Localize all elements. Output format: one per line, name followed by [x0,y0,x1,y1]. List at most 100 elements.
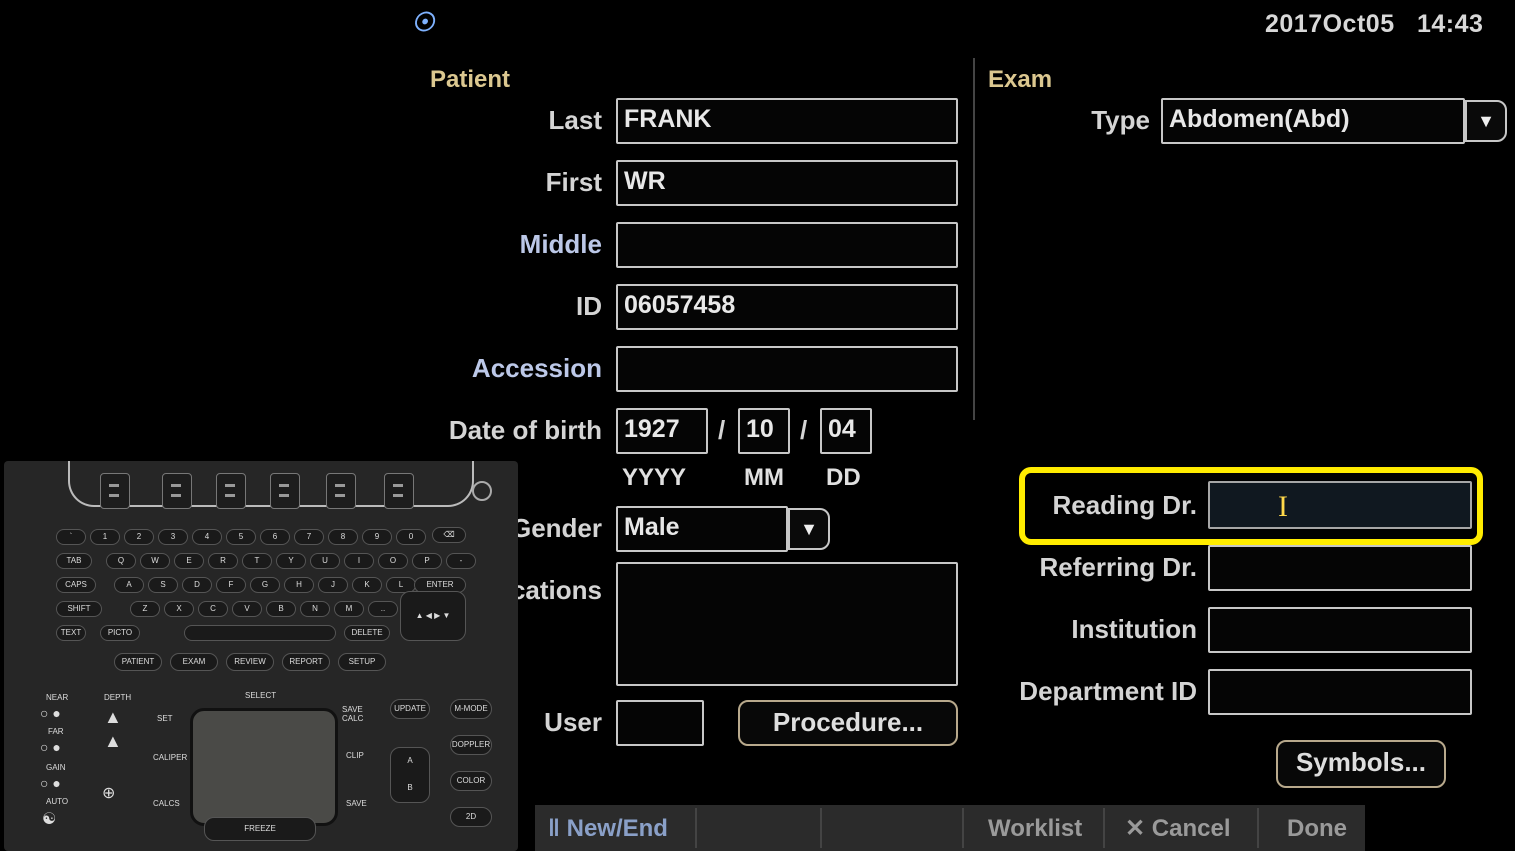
dob-year-input[interactable]: 1927 [616,408,708,454]
id-input[interactable]: 06057458 [616,284,958,330]
time-text: 14:43 [1416,10,1484,38]
keyboard-key: 9 [362,529,392,545]
keyboard-key: P [412,553,442,569]
keyboard-key: R [208,553,238,569]
spacebar-key [184,625,336,641]
keyboard-key: U [310,553,340,569]
freeze-key: FREEZE [204,817,316,841]
institution-label: Institution [1071,614,1197,644]
gain-toggle-icon: ○ ● [40,775,61,791]
keyboard-key: 4 [192,529,222,545]
referring-dr-label: Referring Dr. [1039,552,1198,582]
keyboard-key: I [344,553,374,569]
middle-name-input[interactable] [616,222,958,268]
new-end-button[interactable]: ‖ New/End [548,808,668,850]
keyboard-key: Z [130,601,160,617]
keyboard-key: - [446,553,476,569]
keyboard-key: C [198,601,228,617]
indications-textarea[interactable] [616,562,958,686]
keyboard-key: H [284,577,314,593]
dob-separator: / [718,415,726,445]
zoom-icon: ⊕ [102,785,116,802]
user-input[interactable] [616,700,704,746]
keyboard-key: Q [106,553,136,569]
dob-year-hint: YYYY [622,464,687,491]
depth-down-icon: ▲ [104,731,122,751]
mode-key: REPORT [282,653,330,671]
auto-key-label: AUTO [46,797,69,806]
last-name-input[interactable]: FRANK [616,98,958,144]
institution-input[interactable] [1208,607,1472,653]
keyboard-key: 0 [396,529,426,545]
date-text: 2017Oct05 [1265,10,1395,38]
department-id-input[interactable] [1208,669,1472,715]
dob-day-input[interactable]: 04 [820,408,872,454]
keyboard-key: 7 [294,529,324,545]
accession-input[interactable] [616,346,958,392]
referring-dr-input[interactable] [1208,545,1472,591]
save-calc-key-label: SAVE CALC [342,705,364,723]
keyboard-key: N [300,601,330,617]
procedure-button[interactable]: Procedure... [738,700,958,746]
keyboard-key: E [174,553,204,569]
new-end-label: New/End [566,815,668,842]
softkey-divider [1103,808,1105,848]
keyboard-key: G [250,577,280,593]
softkey-divider [1257,808,1259,848]
keyboard-key: .. [368,601,398,617]
dob-month-input[interactable]: 10 [738,408,790,454]
softkey-button [326,473,356,509]
exam-type-dropdown-button[interactable]: ▼ [1465,100,1507,142]
keyboard-key: 6 [260,529,290,545]
exam-type-select[interactable]: Abdomen(Abd) [1161,98,1465,144]
arrow-keypad: ▲ ◀ ▶ ▼ [400,591,466,641]
close-icon: ✕ [1125,815,1152,842]
dob-month-hint: MM [744,464,784,491]
cancel-button[interactable]: ✕ Cancel [1125,808,1230,850]
dob-separator: / [800,415,808,445]
dob-label: Date of birth [448,415,602,445]
mode-key: EXAM [170,653,218,671]
softkey-button [270,473,300,509]
section-divider [973,58,975,420]
keyboard-key: V [232,601,262,617]
worklist-button[interactable]: Worklist [988,808,1082,850]
softkey-button [162,473,192,509]
gender-dropdown-button[interactable]: ▼ [788,508,830,550]
softkey-button [216,473,246,509]
mode-key: PATIENT [114,653,162,671]
mode-key: REVIEW [226,653,274,671]
depth-key-label: DEPTH [104,693,132,702]
keyboard-key: CAPS [56,577,96,593]
symbols-button[interactable]: Symbols... [1276,740,1446,788]
keyboard-key: SHIFT [56,601,102,617]
system-logo-icon: ☉ [411,7,439,37]
gender-select[interactable]: Male [616,506,788,552]
keyboard-key: PICTO [100,625,140,641]
trackpad [190,708,338,826]
set-key-label: SET [157,714,173,723]
keyboard-key: 3 [158,529,188,545]
color-key: COLOR [450,771,492,791]
caliper-key-label: CALIPER [153,753,188,762]
first-name-input[interactable]: WR [616,160,958,206]
m-mode-key: M-MODE [450,699,492,719]
softkey-divider [820,808,822,848]
b-key-label: B [407,783,413,792]
ab-key: AB [390,747,430,803]
done-button[interactable]: Done [1287,808,1347,850]
accession-label: Accession [471,353,602,383]
near-key-label: NEAR [46,693,69,702]
keyboard-key: S [148,577,178,593]
update-key: UPDATE [390,699,430,719]
patient-section-title: Patient [430,66,511,93]
softkey-button [384,473,414,509]
first-name-label: First [545,167,602,197]
dob-day-hint: DD [826,464,861,491]
exam-type-label: Type [1091,105,1150,135]
user-label: User [544,707,602,737]
keyboard-key: K [352,577,382,593]
keyboard-key: 8 [328,529,358,545]
keyboard-key: X [164,601,194,617]
keyboard-key: D [182,577,212,593]
